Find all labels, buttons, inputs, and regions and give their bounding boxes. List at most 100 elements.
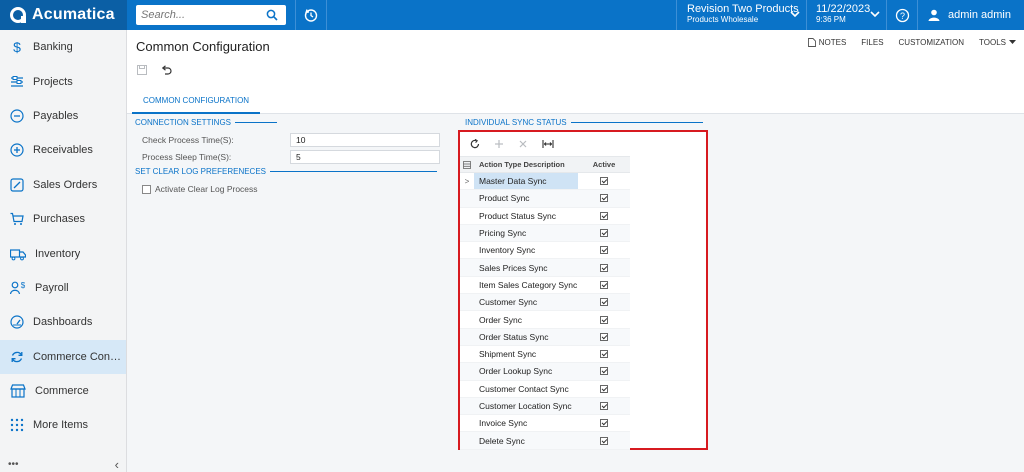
action-type-description[interactable]: Sales Prices Sync: [474, 259, 578, 275]
fit-columns-icon[interactable]: [542, 139, 554, 149]
acumatica-logo[interactable]: Acumatica: [0, 0, 127, 30]
tenant-selector[interactable]: Revision Two Products Products Wholesale: [676, 0, 806, 30]
table-row[interactable]: Customer Location Sync: [460, 397, 630, 416]
table-row[interactable]: Order Sync: [460, 311, 630, 329]
action-type-description[interactable]: Customer Sync: [474, 294, 578, 310]
table-row[interactable]: Customer Sync: [460, 294, 630, 312]
sidebar-item-payables[interactable]: Payables: [0, 99, 126, 133]
check-process-time-input[interactable]: [290, 133, 440, 147]
action-type-description[interactable]: Product Sync: [474, 190, 578, 206]
table-row[interactable]: Product Status Sync: [460, 208, 630, 225]
delete-row-icon[interactable]: [518, 139, 528, 149]
grid-settings-icon[interactable]: [460, 157, 474, 172]
action-type-description[interactable]: Pricing Sync: [474, 225, 578, 241]
row-selector[interactable]: [460, 259, 474, 275]
active-cell[interactable]: [578, 208, 630, 224]
sidebar-item-receivables[interactable]: Receivables: [0, 133, 126, 167]
date-selector[interactable]: 11/22/2023 9:36 PM: [806, 0, 886, 30]
table-row[interactable]: Delete Sync: [460, 432, 630, 450]
active-checkbox[interactable]: [600, 384, 608, 393]
sidebar-item-projects[interactable]: Projects: [0, 64, 126, 98]
row-selector[interactable]: [460, 294, 474, 310]
table-row[interactable]: Invoice Sync: [460, 415, 630, 433]
tab-common-configuration[interactable]: COMMON CONFIGURATION: [132, 90, 261, 114]
table-row[interactable]: Order Status Sync: [460, 328, 630, 346]
active-cell[interactable]: [578, 415, 630, 431]
action-type-description[interactable]: Product Status Sync: [474, 208, 578, 224]
active-checkbox[interactable]: [600, 194, 608, 203]
row-selector-arrow-icon[interactable]: >: [460, 173, 474, 189]
search-icon[interactable]: [262, 5, 282, 25]
action-type-description[interactable]: Customer Contact Sync: [474, 381, 578, 397]
active-checkbox[interactable]: [600, 177, 608, 186]
action-type-description[interactable]: Order Status Sync: [474, 329, 578, 345]
row-selector[interactable]: [460, 311, 474, 327]
active-cell[interactable]: [578, 329, 630, 345]
active-checkbox[interactable]: [600, 280, 608, 289]
active-cell[interactable]: [578, 398, 630, 414]
tools-link[interactable]: TOOLS: [979, 38, 1016, 47]
row-selector[interactable]: [460, 225, 474, 241]
row-selector[interactable]: [460, 277, 474, 293]
sidebar-item-purchases[interactable]: Purchases: [0, 202, 126, 236]
active-cell[interactable]: [578, 381, 630, 397]
files-link[interactable]: FILES: [861, 38, 883, 47]
user-menu[interactable]: admin admin: [918, 0, 1024, 30]
row-selector[interactable]: [460, 432, 474, 448]
row-selector[interactable]: [460, 415, 474, 431]
action-type-description[interactable]: Order Lookup Sync: [474, 363, 578, 379]
table-row[interactable]: Product Sync: [460, 190, 630, 208]
active-checkbox[interactable]: [600, 315, 608, 324]
table-row[interactable]: > Master Data Sync: [460, 173, 630, 191]
table-row[interactable]: Sales Prices Sync: [460, 259, 630, 277]
help-button[interactable]: ?: [886, 0, 918, 30]
active-cell[interactable]: [578, 432, 630, 448]
add-row-icon[interactable]: [494, 139, 504, 149]
row-selector[interactable]: [460, 346, 474, 362]
history-button[interactable]: [295, 0, 327, 30]
active-checkbox[interactable]: [600, 436, 608, 445]
row-selector[interactable]: [460, 242, 474, 258]
table-row[interactable]: Item Sales Category Sync: [460, 277, 630, 295]
active-cell[interactable]: [578, 363, 630, 379]
column-header-active[interactable]: Active: [578, 157, 630, 172]
save-icon[interactable]: [137, 65, 147, 75]
table-row[interactable]: Order Lookup Sync: [460, 363, 630, 381]
active-cell[interactable]: [578, 294, 630, 310]
action-type-description[interactable]: Item Sales Category Sync: [474, 277, 578, 293]
sidebar-item-banking[interactable]: $ Banking: [0, 30, 126, 64]
active-cell[interactable]: [578, 277, 630, 293]
active-checkbox[interactable]: [600, 419, 608, 428]
active-cell[interactable]: [578, 311, 630, 327]
active-checkbox[interactable]: [600, 402, 608, 410]
action-type-description[interactable]: Order Sync: [474, 311, 578, 327]
sidebar-item-commerce[interactable]: Commerce: [0, 374, 126, 408]
action-type-description[interactable]: Customer Location Sync: [474, 398, 578, 414]
table-row[interactable]: Customer Contact Sync: [460, 381, 630, 398]
activate-clear-log-checkbox[interactable]: Activate Clear Log Process: [142, 184, 258, 194]
action-type-description[interactable]: Invoice Sync: [474, 415, 578, 431]
row-selector[interactable]: [460, 190, 474, 206]
action-type-description[interactable]: Delete Sync: [474, 432, 578, 448]
sidebar-item-payroll[interactable]: $ Payroll: [0, 271, 126, 305]
collapse-sidebar-icon[interactable]: ‹: [115, 457, 119, 472]
table-row[interactable]: Inventory Sync: [460, 242, 630, 260]
sidebar-item-dashboards[interactable]: Dashboards: [0, 305, 126, 339]
active-cell[interactable]: [578, 346, 630, 362]
active-cell[interactable]: [578, 190, 630, 206]
more-dots-icon[interactable]: •••: [8, 459, 19, 470]
active-checkbox[interactable]: [600, 229, 608, 238]
row-selector[interactable]: [460, 363, 474, 379]
action-type-description[interactable]: Shipment Sync: [474, 346, 578, 362]
table-row[interactable]: Pricing Sync: [460, 224, 630, 243]
active-checkbox[interactable]: [600, 332, 608, 341]
sidebar-item-more-items[interactable]: More Items: [0, 408, 126, 442]
search-input[interactable]: [136, 6, 262, 24]
action-type-description[interactable]: Master Data Sync: [474, 173, 578, 190]
sidebar-item-sales-orders[interactable]: Sales Orders: [0, 168, 126, 202]
active-checkbox[interactable]: [600, 263, 608, 272]
column-header-description[interactable]: Action Type Description: [474, 157, 578, 172]
row-selector[interactable]: [460, 329, 474, 345]
refresh-icon[interactable]: [470, 138, 480, 149]
active-cell[interactable]: [578, 242, 630, 258]
